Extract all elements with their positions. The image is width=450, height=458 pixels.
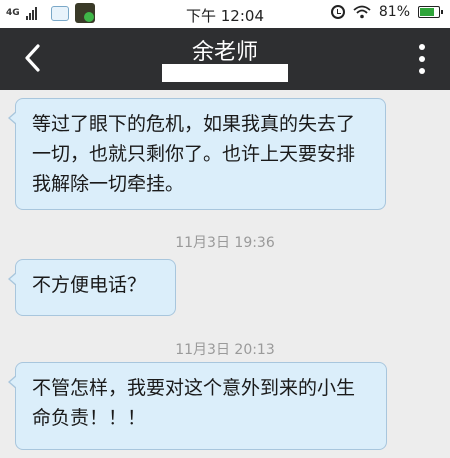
title-bar: 余老师 <box>0 28 450 90</box>
more-dot-icon <box>419 44 425 50</box>
battery-percent: 81% <box>378 4 410 20</box>
alarm-icon <box>330 5 345 19</box>
message-bubble[interactable]: 等过了眼下的危机，如果我真的失去了一切，也就只剩你了。也许上天要安排我解除一切牵… <box>8 98 386 210</box>
more-options-button[interactable] <box>416 44 428 74</box>
status-bar: 4G 下午 12:04 81% <box>0 0 450 28</box>
redacted-subtitle <box>162 64 288 82</box>
more-dot-icon <box>419 68 425 74</box>
more-dot-icon <box>419 56 425 62</box>
status-right: 81% <box>330 4 443 20</box>
message-timestamp: 11月3日 20:13 <box>175 342 275 358</box>
contact-name: 余老师 <box>191 40 258 65</box>
message-bubble[interactable]: 不方便电话？ <box>8 259 176 316</box>
battery-icon <box>418 6 443 18</box>
wifi-icon <box>353 5 371 19</box>
message-bubble[interactable]: 不管怎样，我要对这个意外到来的小生命负责！！！ <box>8 362 387 450</box>
message-timestamp: 11月3日 19:36 <box>175 235 275 251</box>
